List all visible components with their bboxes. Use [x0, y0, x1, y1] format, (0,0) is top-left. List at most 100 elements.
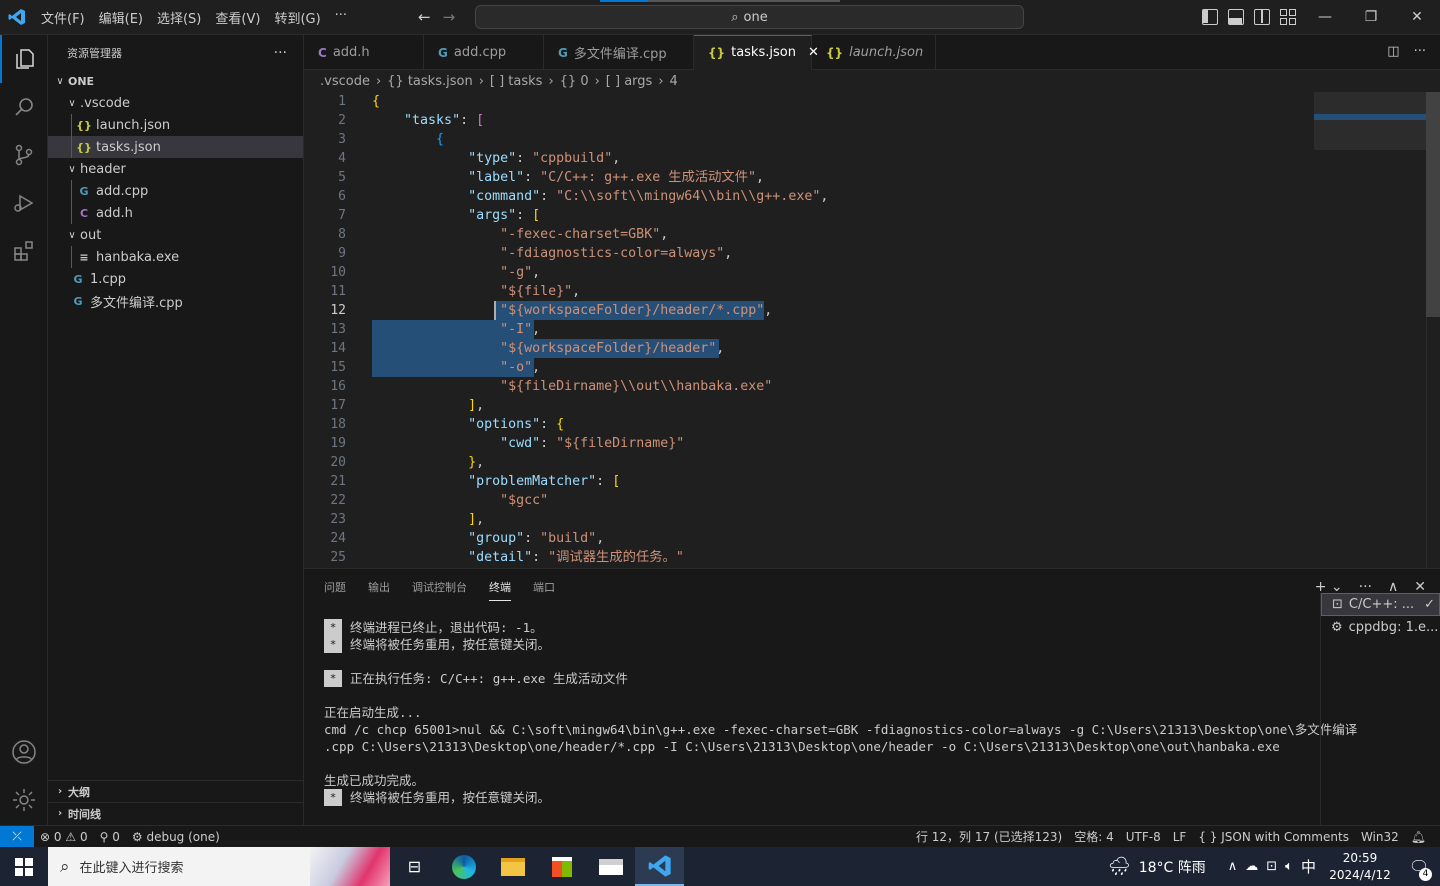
tree-item-label: launch.json [96, 117, 171, 133]
volume-icon[interactable]: 🔈︎ [1285, 859, 1293, 874]
menu-item[interactable]: 选择(S) [150, 8, 208, 27]
vscode-window: 文件(F) 编辑(E) 选择(S) 查看(V) 转到(G) ··· ← → ⌕ one —… [0, 0, 1440, 886]
notifications-bell-icon[interactable]: 🔔︎ [1405, 830, 1432, 844]
tab-add.cpp[interactable]: Gadd.cpp [424, 35, 544, 70]
clock[interactable]: 20:59 2024/4/12 [1324, 850, 1396, 884]
tab-tasks.json[interactable]: {} tasks.json ✕ [694, 35, 819, 70]
forward-arrow-icon[interactable]: → [443, 8, 456, 26]
terminal-instance[interactable]: ⚙ cppdbg: 1.e... [1321, 616, 1440, 639]
breadcrumb-item[interactable]: .vscode [320, 74, 370, 89]
tree-file[interactable]: Cadd.h [48, 202, 303, 224]
tree-file[interactable]: G 1.cpp [48, 268, 303, 290]
panel-tab-3[interactable]: 终端 [489, 579, 511, 601]
vscode-taskbar-icon[interactable] [635, 847, 684, 886]
panel-tab-0[interactable]: 问题 [324, 579, 346, 601]
toggle-sidebar-icon[interactable] [1202, 9, 1218, 25]
language-mode[interactable]: { } JSON with Comments [1192, 830, 1355, 844]
command-center[interactable]: ⌕ one [475, 5, 1024, 29]
ports-status[interactable]: ⚲ 0 [94, 830, 126, 844]
indentation[interactable]: 空格: 4 [1068, 828, 1120, 845]
tree-folder[interactable]: ∨ out [48, 224, 303, 246]
tree-folder[interactable]: ∨ .vscode [48, 92, 303, 114]
tab-launch.json[interactable]: {} launch.json [812, 35, 936, 70]
back-arrow-icon[interactable]: ← [418, 8, 431, 26]
tree-root[interactable]: ∨ ONE [48, 70, 303, 92]
error-icon: ⊗ [40, 829, 51, 844]
network-icon[interactable]: ⊡ [1266, 859, 1277, 874]
microsoft-store-icon[interactable] [537, 847, 586, 886]
tree-file[interactable]: Gadd.cpp [48, 180, 303, 202]
tab-add.h[interactable]: Cadd.h [304, 35, 424, 70]
terminal-instance[interactable]: ⊡ C/C++: ... ✓ [1321, 593, 1440, 616]
cloud-icon[interactable]: ☁︎ [1245, 859, 1258, 874]
breadcrumb-item[interactable]: 4 [670, 74, 678, 89]
menu-item[interactable]: 转到(G) [267, 8, 327, 27]
extensions-icon[interactable] [0, 227, 48, 275]
weather-text[interactable]: 18°C 阵雨 [1139, 857, 1206, 877]
debug-status[interactable]: ⚙ debug (one) [126, 830, 226, 844]
notification-center-icon[interactable]: 🗨︎ 4 [1404, 847, 1434, 886]
ime-indicator[interactable]: 中 [1301, 856, 1316, 877]
tree-file[interactable]: {} launch.json [48, 114, 303, 136]
panel-tab-2[interactable]: 调试控制台 [412, 579, 467, 601]
timeline-label: 时间线 [68, 807, 101, 821]
tab-多文件编译.cpp[interactable]: G 多文件编译.cpp [544, 35, 694, 70]
task-view-icon[interactable]: ⊟ [390, 847, 439, 886]
settings-gear-icon[interactable] [0, 776, 48, 824]
breadcrumb-item[interactable]: [ ] tasks [490, 74, 543, 89]
encoding[interactable]: UTF-8 [1120, 830, 1167, 844]
panel-tab-1[interactable]: 输出 [368, 579, 390, 601]
menu-item[interactable]: 文件(F) [34, 8, 92, 27]
tree-file[interactable]: ≡ hanbaka.exe [48, 246, 303, 268]
search-icon: ⌕ [60, 856, 70, 877]
toggle-secondary-sidebar-icon[interactable] [1254, 9, 1270, 25]
vertical-scrollbar[interactable] [1426, 92, 1440, 568]
file-explorer-icon[interactable] [488, 847, 537, 886]
breadcrumb-item[interactable]: {} 0 [560, 74, 589, 89]
terminal-line: .cpp C:\Users\21313\Desktop\one/header/*… [324, 738, 1304, 755]
minimap[interactable] [1314, 92, 1426, 568]
breadcrumb-item[interactable]: [ ] args [606, 74, 653, 89]
line-number: 1 [338, 94, 346, 109]
menu-item[interactable]: 查看(V) [208, 8, 267, 27]
toggle-panel-icon[interactable] [1228, 9, 1244, 25]
cursor-position[interactable]: 行 12，列 17 (已选择123) [910, 828, 1068, 845]
accounts-icon[interactable] [0, 728, 48, 776]
terminal-output[interactable]: * 终端进程已终止，退出代码: -1。 * 终端将被任务重用，按任意键关闭。 * 正在执行… [324, 619, 1357, 806]
sidebar-more-icon[interactable]: ··· [274, 45, 287, 61]
breadcrumb-item[interactable]: {} tasks.json [387, 74, 473, 89]
explorer-icon[interactable] [0, 35, 48, 83]
line-number: 25 [330, 550, 346, 565]
line-ending[interactable]: LF [1167, 830, 1193, 844]
minimize-icon[interactable]: — [1302, 0, 1348, 34]
weather-icon[interactable]: 🌧︎ [1108, 856, 1131, 877]
search-icon[interactable] [0, 83, 48, 131]
close-window-icon[interactable]: ✕ [1394, 0, 1440, 34]
menu-item[interactable]: ··· [328, 8, 354, 27]
code-line: "type": "cppbuild", [468, 151, 621, 166]
run-debug-icon[interactable] [0, 179, 48, 227]
problems-status[interactable]: ⊗ 0 ⚠ 0 [34, 830, 94, 844]
tree-file[interactable]: {} tasks.json [48, 136, 303, 158]
edge-browser-icon[interactable] [439, 847, 488, 886]
tree-file[interactable]: G 多文件编译.cpp [48, 290, 303, 312]
source-control-icon[interactable] [0, 131, 48, 179]
tree-folder[interactable]: ∨ header [48, 158, 303, 180]
taskbar-search-box[interactable]: ⌕ 在此键入进行搜索 [48, 847, 390, 886]
tray-expand-icon[interactable]: ∧ [1228, 859, 1238, 874]
menu-item[interactable]: 编辑(E) [92, 8, 150, 27]
split-editor-icon[interactable]: ◫ [1387, 44, 1399, 59]
more-actions-icon[interactable]: ··· [1414, 44, 1426, 59]
customize-layout-icon[interactable] [1280, 9, 1296, 25]
breadcrumb-separator-icon: › [375, 73, 382, 89]
outline-section[interactable]: › 大纲 [48, 780, 304, 802]
windows-start-icon[interactable] [0, 857, 48, 876]
mail-icon[interactable] [586, 847, 635, 886]
panel-tab-4[interactable]: 端口 [533, 579, 555, 601]
restore-icon[interactable]: ❐ [1348, 0, 1394, 34]
code-editor[interactable]: 1 2 3 4 5 6 7 8 9 10 11 12 13 14 15 16 17 18 19 20 21 22 23 24 2… [304, 92, 1440, 568]
remote-indicator-icon[interactable]: ⤫ [0, 825, 34, 848]
timeline-section[interactable]: › 时间线 [48, 802, 304, 824]
line-number: 8 [338, 227, 346, 242]
platform[interactable]: Win32 [1355, 830, 1405, 844]
